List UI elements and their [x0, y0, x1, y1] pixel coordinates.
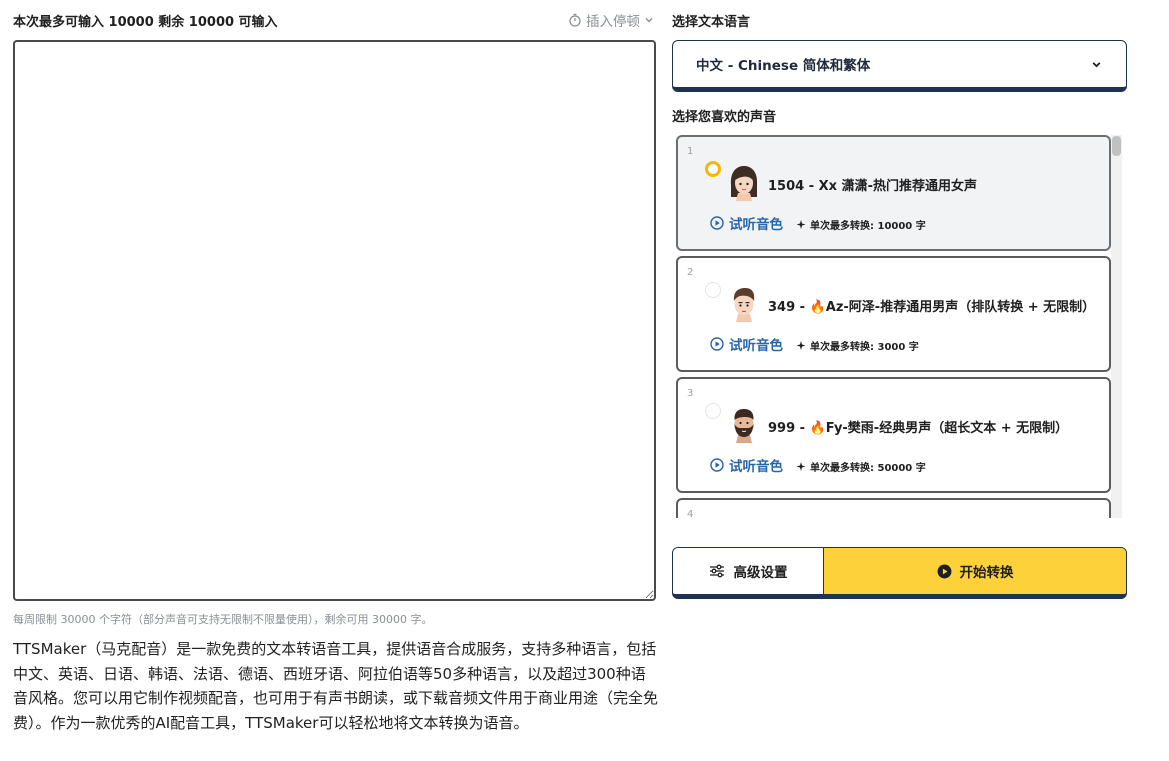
product-description: TTSMaker（马克配音）是一款免费的文本转语音工具，提供语音合成服务，支持多… — [13, 640, 659, 732]
settings-panel: 选择文本语言 中文 - Chinese 简体和繁体 选择您喜欢的声音 1 150… — [672, 0, 1127, 599]
start-conversion-label: 开始转换 — [959, 565, 1014, 581]
voice-card[interactable]: 3 999 - 🔥Fy-樊雨-经典男声（超长文本 + 无限制） 试听音色 单次最… — [676, 377, 1111, 493]
play-circle-icon — [710, 458, 724, 472]
max-conversion-text: 单次最多转换: 50000 字 — [810, 463, 926, 474]
sparkle-icon — [796, 220, 806, 229]
max-conversion: 单次最多转换: 50000 字 — [796, 459, 926, 474]
voice-list-scrollbar[interactable] — [1111, 135, 1122, 518]
listen-button[interactable]: 试听音色 — [710, 334, 783, 354]
start-conversion-button[interactable]: 开始转换 — [824, 548, 1126, 594]
chevron-down-icon — [645, 18, 653, 23]
chevron-down-icon — [1092, 61, 1101, 67]
max-conversion: 单次最多转换: 3000 字 — [796, 338, 919, 353]
voice-card[interactable]: 2 349 - 🔥Az-阿泽-推荐通用男声（排队转换 + 无限制） 试听音色 单… — [676, 256, 1111, 372]
weekly-limit-note: 每周限制 30000 个字符（部分声音可支持无限制不限量使用），剩余可用 300… — [13, 613, 433, 626]
voice-name: 999 - 🔥Fy-樊雨-经典男声（超长文本 + 无限制） — [768, 421, 1069, 436]
editor-panel: 本次最多可输入 10000 剩余 10000 可输入 插入停顿 每周限制 300… — [13, 0, 659, 735]
voice-radio[interactable] — [705, 161, 721, 177]
action-bar: 高级设置 开始转换 — [672, 547, 1127, 599]
voice-index: 2 — [687, 267, 694, 278]
editor-header: 本次最多可输入 10000 剩余 10000 可输入 插入停顿 — [13, 0, 656, 40]
listen-label: 试听音色 — [729, 459, 783, 475]
advanced-settings-button[interactable]: 高级设置 — [673, 548, 824, 594]
voice-radio[interactable] — [705, 282, 721, 298]
max-conversion-text: 单次最多转换: 10000 字 — [810, 221, 926, 232]
insert-pause-label: 插入停顿 — [586, 14, 640, 30]
play-circle-icon — [710, 216, 724, 230]
language-select[interactable]: 中文 - Chinese 简体和繁体 — [672, 40, 1127, 92]
listen-label: 试听音色 — [729, 217, 783, 233]
listen-button[interactable]: 试听音色 — [710, 455, 783, 475]
language-selected-value: 中文 - Chinese 简体和繁体 — [696, 58, 871, 74]
female-avatar-icon — [730, 166, 758, 201]
insert-pause-button[interactable]: 插入停顿 — [568, 10, 654, 30]
play-circle-icon — [710, 337, 724, 351]
sparkle-icon — [796, 462, 806, 471]
voice-card[interactable]: 1 1504 - Xx 潇潇-热门推荐通用女声 试听音色 单次最多转换: 100… — [676, 135, 1111, 251]
voice-card[interactable]: 4 — [676, 498, 1111, 518]
scrollbar-thumb[interactable] — [1112, 136, 1121, 156]
stopwatch-icon — [569, 13, 581, 27]
max-conversion: 单次最多转换: 10000 字 — [796, 217, 926, 232]
sparkle-icon — [796, 341, 806, 350]
char-limit-text: 本次最多可输入 10000 剩余 10000 可输入 — [13, 14, 278, 30]
voice-radio[interactable] — [705, 403, 721, 419]
play-circle-icon — [937, 564, 951, 578]
language-label: 选择文本语言 — [672, 14, 751, 30]
voice-name: 349 - 🔥Az-阿泽-推荐通用男声（排队转换 + 无限制） — [768, 300, 1096, 315]
listen-button[interactable]: 试听音色 — [710, 213, 783, 233]
listen-label: 试听音色 — [729, 338, 783, 354]
text-input-wrapper — [13, 40, 656, 601]
male-avatar-icon — [733, 288, 755, 322]
voice-index: 3 — [687, 388, 694, 399]
voice-name: 1504 - Xx 潇潇-热门推荐通用女声 — [768, 179, 977, 194]
voice-label: 选择您喜欢的声音 — [672, 109, 777, 125]
bearded-male-avatar-icon — [734, 409, 754, 443]
max-conversion-text: 单次最多转换: 3000 字 — [810, 342, 919, 353]
text-input[interactable] — [13, 40, 656, 601]
sliders-icon — [709, 564, 724, 578]
voice-index: 1 — [687, 146, 694, 157]
voice-list[interactable]: 1 1504 - Xx 潇潇-热门推荐通用女声 试听音色 单次最多转换: 100… — [672, 135, 1127, 518]
voice-index: 4 — [687, 509, 694, 518]
advanced-settings-label: 高级设置 — [733, 565, 788, 581]
